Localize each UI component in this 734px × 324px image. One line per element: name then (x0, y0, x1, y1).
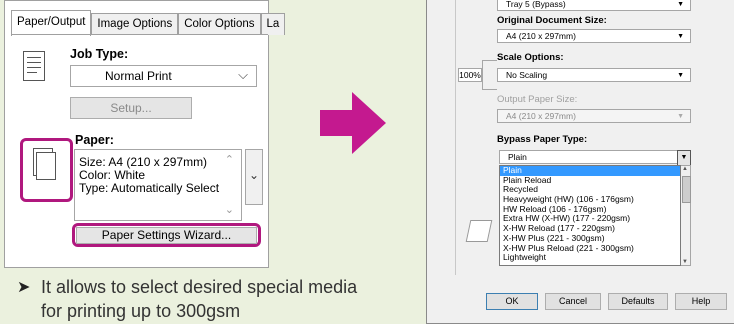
job-type-label: Job Type: (70, 47, 129, 61)
paper-type-line: Type: Automatically Select (79, 181, 220, 195)
paper-dropdown-button[interactable]: ⌄ (245, 149, 263, 205)
scroll-down-icon[interactable]: ▼ (682, 259, 688, 265)
tab-color-options[interactable]: Color Options (178, 13, 261, 35)
original-size-select[interactable]: A4 (210 x 297mm) ▼ (497, 29, 691, 43)
tab-layout[interactable]: La (260, 13, 286, 35)
scale-options-label: Scale Options: (497, 52, 564, 63)
chevron-down-icon: ▼ (677, 113, 684, 120)
original-size-value: A4 (210 x 297mm) (506, 31, 576, 41)
caption-bullet: ➤ (17, 277, 31, 296)
scroll-down-icon[interactable]: ⌄ (225, 204, 234, 217)
right-arrow-icon (320, 92, 386, 154)
caption-line: for printing up to 300gsm (41, 301, 241, 321)
scroll-up-icon[interactable]: ▲ (682, 166, 688, 172)
tab-divider (11, 34, 268, 35)
tab-image-options[interactable]: Image Options (91, 13, 179, 35)
paper-tray-select[interactable]: Tray 5 (Bypass) ▼ (497, 0, 691, 11)
paper-label: Paper: (75, 133, 114, 147)
chevron-down-icon[interactable]: ▼ (677, 150, 691, 166)
list-item[interactable]: Lightweight (500, 252, 680, 263)
job-type-icon (23, 51, 45, 81)
dropdown-scrollbar[interactable]: ▲ ▼ (681, 165, 691, 266)
chevron-down-icon: ▼ (677, 33, 684, 40)
setup-button[interactable]: Setup... (70, 97, 192, 119)
output-size-label: Output Paper Size: (497, 94, 578, 105)
tab-bar: Paper/Output Image Options Color Options… (11, 10, 286, 36)
paper-settings-wizard-dialog: Tray 5 (Bypass) ▼ Original Document Size:… (426, 0, 734, 324)
bypass-type-dropdown-list[interactable]: Plain Plain Reload Recycled Heavyweight … (499, 165, 681, 266)
paper-summary-list[interactable]: Size: A4 (210 x 297mm) Color: White Type… (74, 149, 242, 221)
chevron-down-icon: ▼ (677, 72, 684, 79)
defaults-button[interactable]: Defaults (608, 293, 668, 310)
scale-select[interactable]: No Scaling ▼ (497, 68, 691, 82)
bypass-type-value: Plain (508, 152, 527, 162)
caption-text: It allows to select desired special medi… (41, 275, 357, 323)
scroll-up-icon[interactable]: ⌃ (225, 154, 234, 167)
help-button[interactable]: Help (675, 293, 727, 310)
chevron-down-icon: ⌵ (238, 67, 248, 82)
scale-bracket (482, 60, 497, 90)
cancel-button[interactable]: Cancel (545, 293, 601, 310)
scroll-thumb[interactable] (682, 176, 691, 203)
paper-preview-icon (465, 220, 493, 242)
paper-tray-value: Tray 5 (Bypass) (506, 0, 566, 9)
paper-icon-front (36, 152, 56, 180)
paper-settings-wizard-button[interactable]: Paper Settings Wizard... (76, 227, 257, 244)
output-size-value: A4 (210 x 297mm) (506, 111, 576, 121)
chevron-down-icon: ▼ (677, 1, 684, 8)
bypass-type-label: Bypass Paper Type: (497, 134, 588, 145)
job-type-value: Normal Print (105, 69, 172, 83)
output-size-select: A4 (210 x 297mm) ▼ (497, 109, 691, 123)
ok-button[interactable]: OK (486, 293, 538, 310)
job-type-select[interactable]: Normal Print ⌵ (70, 65, 257, 87)
scale-percent-field[interactable]: 100% (458, 68, 482, 82)
caption-line: It allows to select desired special medi… (41, 277, 358, 297)
scale-value: No Scaling (506, 70, 548, 80)
bypass-type-select[interactable]: Plain ▼ (499, 150, 691, 166)
printer-properties-dialog: Paper/Output Image Options Color Options… (4, 0, 286, 268)
original-size-label: Original Document Size: (497, 15, 607, 26)
tab-paper-output[interactable]: Paper/Output (11, 10, 92, 36)
chevron-down-icon: ⌄ (249, 168, 260, 182)
